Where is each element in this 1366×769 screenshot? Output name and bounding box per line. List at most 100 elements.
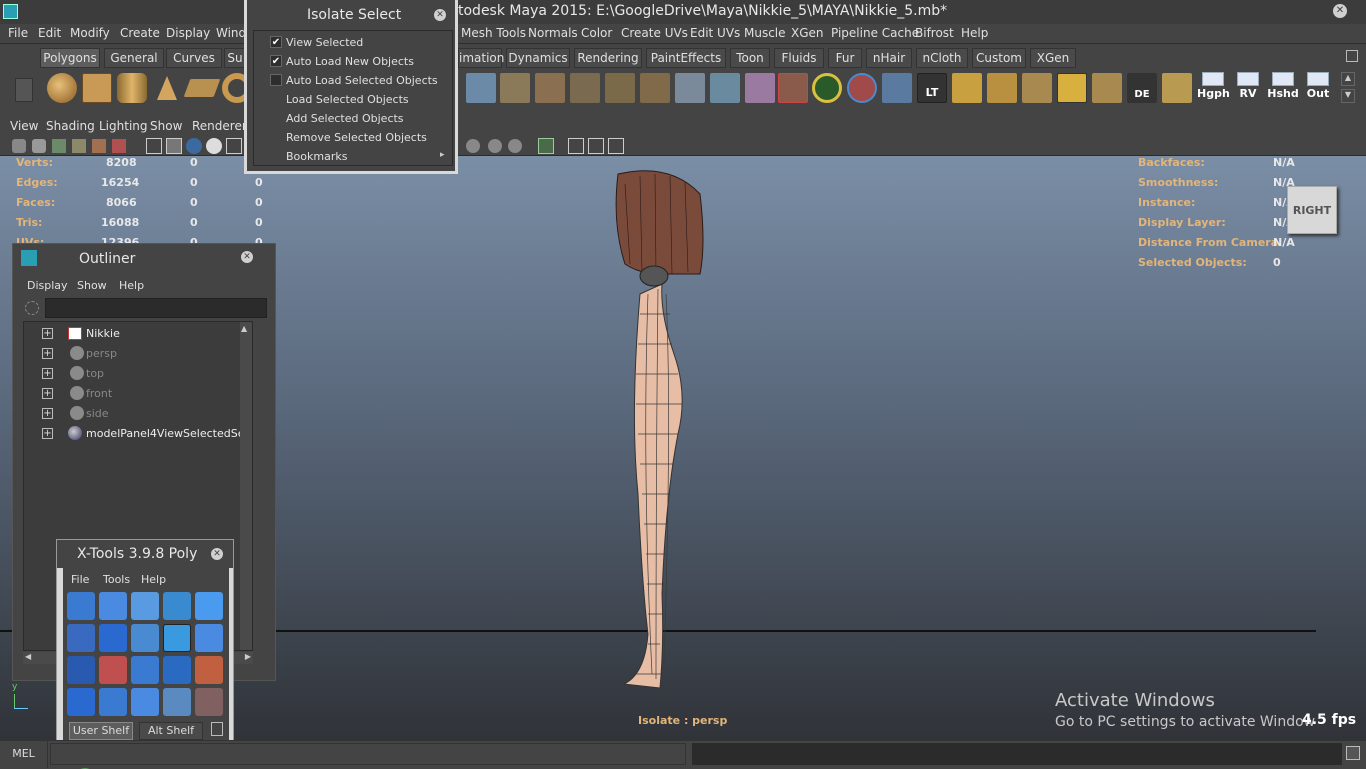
close-icon[interactable]: ✕	[241, 251, 253, 263]
xtools-tool-icon[interactable]	[131, 688, 159, 716]
paint-tool-icon[interactable]	[778, 73, 808, 103]
menu-item-load-selected[interactable]: Load Selected Objects	[286, 93, 409, 106]
poly-cube-icon[interactable]	[82, 73, 112, 103]
xtools-tool-icon[interactable]	[195, 624, 223, 652]
panel-menu-shading[interactable]: Shading	[46, 119, 95, 133]
xtools-tool-icon[interactable]	[99, 688, 127, 716]
shelf-tool-icon[interactable]	[745, 73, 775, 103]
menu-edit-uvs[interactable]: Edit UVs	[690, 26, 740, 40]
expand-icon[interactable]: +	[42, 388, 53, 399]
xray-joints-icon[interactable]	[588, 138, 604, 154]
shelf-tool-icon[interactable]	[500, 73, 530, 103]
poly-plane-icon[interactable]	[183, 79, 221, 97]
xtools-menu-help[interactable]: Help	[141, 573, 166, 586]
view-selected-checkbox[interactable]: ✔	[270, 36, 282, 48]
grid-tool-icon[interactable]	[987, 73, 1017, 103]
menu-xgen[interactable]: XGen	[791, 26, 824, 40]
tab-rendering[interactable]: Rendering	[574, 48, 642, 68]
shelf-tool-icon[interactable]	[640, 73, 670, 103]
wireframe-icon[interactable]	[146, 138, 162, 154]
menu-mesh-tools[interactable]: Mesh Tools	[461, 26, 526, 40]
menu-create[interactable]: Create	[120, 26, 160, 40]
tab-animation[interactable]: imation	[458, 48, 504, 68]
trash-icon[interactable]	[211, 722, 223, 736]
shelf-tool-icon[interactable]	[535, 73, 565, 103]
outliner-menu-help[interactable]: Help	[119, 279, 144, 292]
script-editor-icon[interactable]	[1346, 746, 1360, 760]
outliner-item-side[interactable]: + side	[42, 404, 242, 424]
shelf-tool-icon[interactable]	[466, 73, 496, 103]
gizmo-icon[interactable]	[847, 73, 877, 103]
grid-tool-icon[interactable]	[1057, 73, 1087, 103]
poly-cylinder-icon[interactable]	[117, 73, 147, 103]
character-model[interactable]	[590, 164, 730, 704]
xtools-tool-icon[interactable]	[195, 688, 223, 716]
xtools-menu-tools[interactable]: Tools	[103, 573, 130, 586]
de-button[interactable]: DE	[1127, 73, 1157, 103]
out-button[interactable]: Out	[1302, 72, 1334, 104]
rv-button[interactable]: RV	[1232, 72, 1264, 104]
grid-tool-icon[interactable]	[1022, 73, 1052, 103]
outliner-menu-display[interactable]: Display	[27, 279, 68, 292]
wire-on-shaded-icon[interactable]	[186, 138, 202, 154]
outliner-item-nikkie[interactable]: + Nikkie	[42, 324, 242, 344]
xtools-tab-user-shelf[interactable]: User Shelf	[69, 722, 133, 740]
menu-item-auto-load-selected[interactable]: Auto Load Selected Objects	[286, 74, 438, 87]
panel-menu-lighting[interactable]: Lighting	[99, 119, 148, 133]
expand-icon[interactable]: +	[42, 328, 53, 339]
xtools-tool-icon[interactable]	[99, 624, 127, 652]
expand-icon[interactable]: +	[42, 368, 53, 379]
textured-icon[interactable]	[206, 138, 222, 154]
menu-item-bookmarks[interactable]: Bookmarks	[286, 150, 347, 163]
panel-menu-renderer[interactable]: Renderer	[192, 119, 247, 133]
outliner-item-persp[interactable]: + persp	[42, 344, 242, 364]
xtools-tool-icon[interactable]	[67, 592, 95, 620]
auto-load-new-checkbox[interactable]: ✔	[270, 55, 282, 67]
lt-button[interactable]: LT	[917, 73, 947, 103]
shelf-options-icon[interactable]	[15, 78, 33, 102]
menu-pipeline-cache[interactable]: Pipeline Cache	[831, 26, 919, 40]
tab-custom[interactable]: Custom	[972, 48, 1026, 68]
xtools-tool-icon[interactable]	[99, 592, 127, 620]
poly-sphere-icon[interactable]	[47, 73, 77, 103]
ssao-icon[interactable]	[488, 139, 502, 153]
outliner-item-selected-set[interactable]: + modelPanel4ViewSelectedSet	[42, 424, 249, 444]
close-icon[interactable]: ✕	[434, 9, 446, 21]
shelf-tool-icon[interactable]	[710, 73, 740, 103]
menu-edit[interactable]: Edit	[38, 26, 61, 40]
xtools-menu-file[interactable]: File	[71, 573, 89, 586]
isolate-select-icon[interactable]	[538, 138, 554, 154]
panel-menu-show[interactable]: Show	[150, 119, 182, 133]
viewcube[interactable]: RIGHT	[1287, 186, 1337, 234]
xtools-tool-icon[interactable]	[131, 592, 159, 620]
tab-dynamics[interactable]: Dynamics	[506, 48, 570, 68]
camera-attr-icon[interactable]	[32, 139, 46, 153]
xtools-tool-icon[interactable]	[67, 688, 95, 716]
shelf-scroll-down-icon[interactable]: ▼	[1341, 89, 1355, 103]
menu-color[interactable]: Color	[581, 26, 612, 40]
menu-display[interactable]: Display	[166, 26, 210, 40]
xray-icon[interactable]	[568, 138, 584, 154]
target-icon[interactable]	[812, 73, 842, 103]
expand-icon[interactable]: +	[42, 428, 53, 439]
motion-blur-icon[interactable]	[508, 139, 522, 153]
shelf-tool-icon[interactable]	[570, 73, 600, 103]
mel-toggle[interactable]: MEL	[0, 741, 48, 768]
menu-bifrost[interactable]: Bifrost	[915, 26, 954, 40]
trash-icon[interactable]	[1346, 50, 1358, 62]
grid-tool-icon[interactable]	[1092, 73, 1122, 103]
xtools-tool-icon[interactable]	[195, 656, 223, 684]
grid-tool-icon[interactable]	[952, 73, 982, 103]
smooth-shade-icon[interactable]	[166, 138, 182, 154]
shadows-icon[interactable]	[466, 139, 480, 153]
xtools-tool-icon[interactable]	[163, 624, 191, 652]
shelf-tool-icon[interactable]	[675, 73, 705, 103]
menu-create-uvs[interactable]: Create UVs	[621, 26, 688, 40]
panel-menu-view[interactable]: View	[10, 119, 38, 133]
command-input[interactable]	[50, 743, 686, 765]
menu-help[interactable]: Help	[961, 26, 988, 40]
xtools-tool-icon[interactable]	[163, 688, 191, 716]
menu-item-auto-load-new[interactable]: Auto Load New Objects	[286, 55, 414, 68]
tab-polygons[interactable]: Polygons	[40, 48, 100, 68]
tab-ncloth[interactable]: nCloth	[916, 48, 968, 68]
